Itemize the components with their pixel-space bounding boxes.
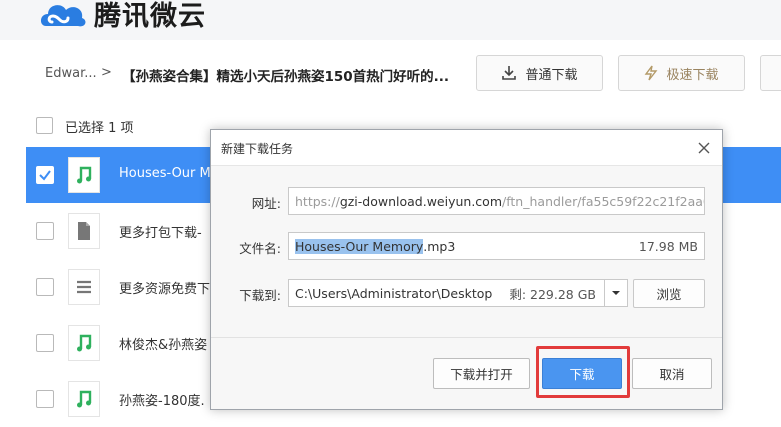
free-space: 剩: 229.28 GB	[509, 286, 596, 302]
fast-download-label: 极速下载	[666, 67, 719, 83]
text-file-icon	[68, 269, 100, 305]
filename-selected-text: Houses-Our Memory	[295, 238, 424, 254]
normal-download-label: 普通下载	[525, 67, 578, 83]
app-header: 腾讯微云	[0, 0, 781, 40]
breadcrumb-root[interactable]: Edwar...	[45, 66, 97, 81]
more-button[interactable]	[760, 55, 781, 91]
cloud-logo-icon	[40, 5, 86, 27]
file-name: 孙燕姿-180度.	[119, 394, 205, 409]
download-and-open-button[interactable]: 下载并打开	[433, 358, 530, 389]
url-label: 网址:	[251, 196, 281, 211]
path-dropdown-button[interactable]	[604, 279, 628, 307]
filename-field[interactable]: Houses-Our Memory .mp3 17.98 MB	[288, 232, 705, 260]
row-checkbox[interactable]	[36, 222, 54, 240]
cancel-button[interactable]: 取消	[632, 358, 712, 389]
document-icon	[68, 213, 100, 249]
music-icon	[68, 325, 100, 361]
file-size: 17.98 MB	[638, 238, 698, 254]
dialog-title: 新建下载任务	[221, 142, 294, 156]
breadcrumb-title: 【孙燕姿合集】精选小天后孙燕姿150首热门好听的...	[122, 69, 450, 85]
url-host: gzi-download.weiyun.com	[339, 193, 503, 209]
browse-button[interactable]: 浏览	[633, 279, 705, 308]
chevron-down-icon	[612, 291, 620, 295]
dialog-titlebar: 新建下载任务	[211, 130, 722, 166]
select-all-checkbox[interactable]	[36, 117, 53, 134]
url-field[interactable]: https://gzi-download.weiyun.com/ftn_hand…	[288, 187, 705, 215]
download-path-field[interactable]: C:\Users\Administrator\Desktop 剩: 229.28…	[288, 279, 605, 307]
file-name: 更多资源免费下	[119, 282, 211, 297]
row-checkbox[interactable]	[36, 334, 54, 352]
normal-download-button[interactable]: 普通下载	[476, 55, 603, 91]
lightning-icon	[645, 65, 658, 81]
dialog-divider	[211, 337, 722, 338]
checkmark-icon	[39, 170, 51, 181]
row-checkbox[interactable]	[36, 166, 54, 184]
fast-download-button[interactable]: 极速下载	[618, 55, 745, 91]
file-name: 林俊杰&孙燕姿	[119, 338, 208, 353]
row-checkbox[interactable]	[36, 390, 54, 408]
row-checkbox[interactable]	[36, 278, 54, 296]
download-path: C:\Users\Administrator\Desktop	[295, 285, 493, 301]
music-icon	[68, 157, 100, 193]
path-label: 下载到:	[239, 288, 281, 303]
filename-label: 文件名:	[239, 241, 281, 256]
new-download-dialog: 新建下载任务 网址: https://gzi-download.weiyun.c…	[210, 129, 723, 410]
file-name: Houses-Our M	[119, 166, 211, 181]
url-path: /ftn_handler/fa55c59f22c21f2aa0306f	[502, 193, 704, 209]
app-title: 腾讯微云	[94, 1, 206, 32]
download-icon	[502, 66, 517, 80]
filename-extension: .mp3	[423, 238, 456, 254]
file-name: 更多打包下载-	[119, 226, 202, 241]
url-prefix: https://	[295, 193, 340, 209]
selection-count: 已选择 1 项	[65, 121, 134, 136]
close-icon[interactable]	[694, 138, 714, 158]
breadcrumb-separator: >	[101, 65, 112, 80]
download-button-highlight	[536, 346, 630, 398]
